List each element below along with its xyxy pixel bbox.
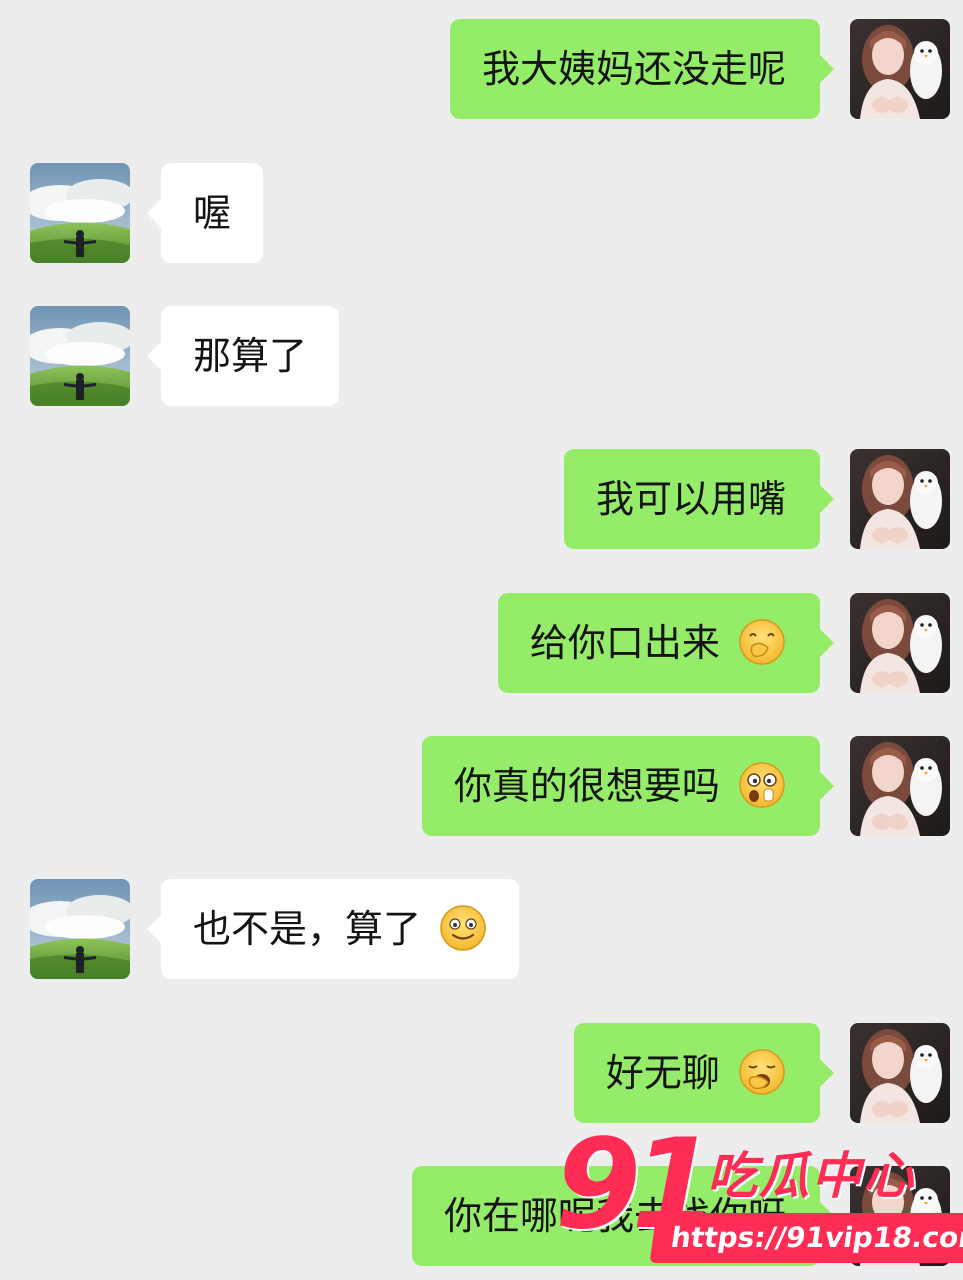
message-row: 也不是，算了 [0,879,963,979]
message-bubble-received[interactable]: 那算了 [146,306,340,406]
message-text: 我大姨妈还没走呢 [481,47,786,91]
my-avatar[interactable] [850,593,950,693]
message-text: 我可以用嘴 [595,477,786,521]
message-bubble-received[interactable]: 喔 [146,163,264,263]
message-row: 好无聊 [0,1023,963,1123]
message-bubble-sent[interactable]: 你真的很想要吗 [421,736,835,836]
message-row: 你真的很想要吗 [0,736,963,836]
watermark-url: https://91vip18.com [649,1213,963,1263]
message-text: 给你口出来 [529,621,720,665]
message-bubble-received[interactable]: 也不是，算了 [146,879,520,979]
watermark-site-name: 吃瓜中心 [707,1147,915,1205]
message-row: 喔 [0,163,963,263]
message-text: 那算了 [193,334,308,378]
yawn-icon [738,1048,786,1096]
message-text: 也不是，算了 [193,907,422,951]
shy-hand-over-mouth-icon [738,618,786,666]
contact-avatar[interactable] [30,163,130,263]
smile-icon [439,904,487,952]
message-bubble-sent[interactable]: 我可以用嘴 [563,449,835,549]
contact-avatar[interactable] [30,879,130,979]
message-row: 我大姨妈还没走呢 [0,19,963,119]
site-watermark: 91 吃瓜中心 https://91vip18.com [555,1110,963,1275]
message-row: 我可以用嘴 [0,449,963,549]
message-bubble-sent[interactable]: 给你口出来 [497,593,835,693]
message-bubble-sent[interactable]: 我大姨妈还没走呢 [449,19,835,119]
my-avatar[interactable] [850,19,950,119]
my-avatar[interactable] [850,1023,950,1123]
message-row: 那算了 [0,306,963,406]
message-text: 好无聊 [605,1051,720,1095]
surprised-icon [738,761,786,809]
contact-avatar[interactable] [30,306,130,406]
message-row: 给你口出来 [0,593,963,693]
my-avatar[interactable] [850,736,950,836]
message-text: 喔 [193,191,232,235]
message-bubble-sent[interactable]: 好无聊 [573,1023,835,1123]
my-avatar[interactable] [850,449,950,549]
message-text: 你真的很想要吗 [453,764,720,808]
